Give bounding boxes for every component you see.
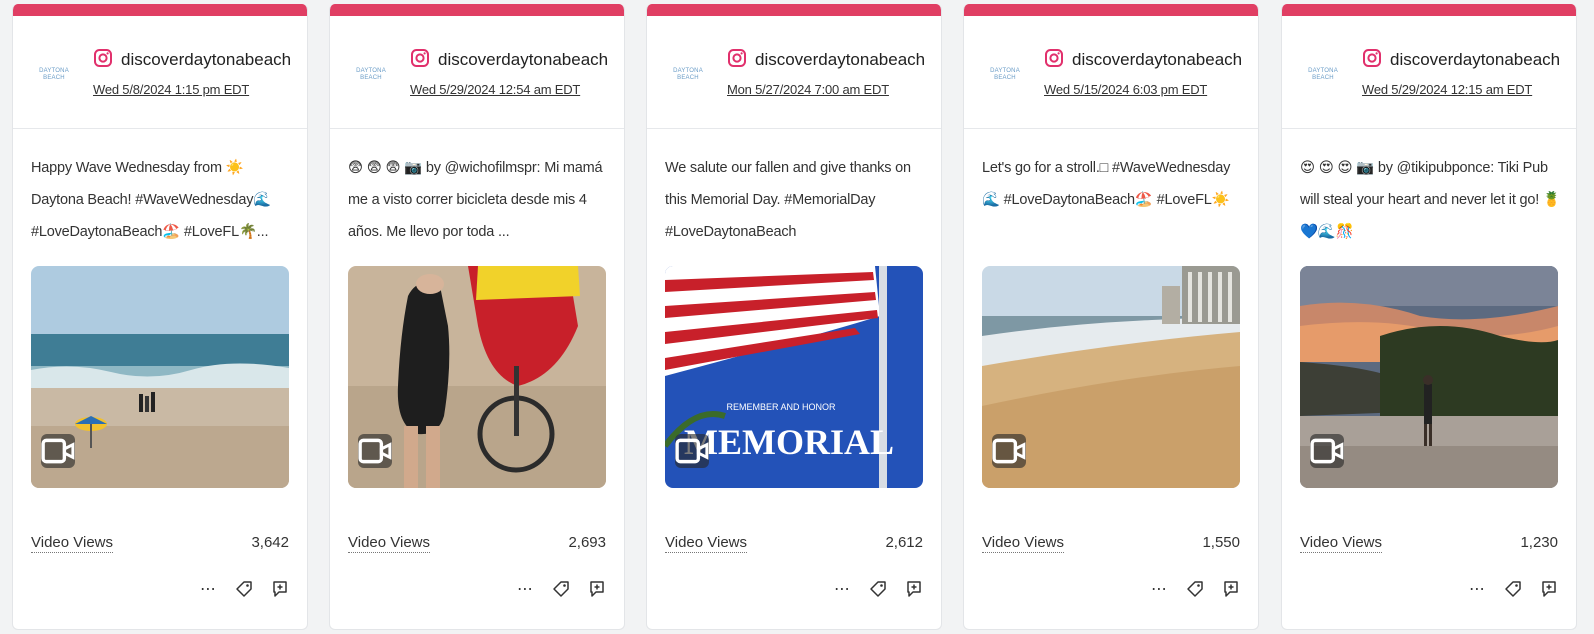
post-media-thumbnail[interactable]: REMEMBER AND HONOR MEMORIAL bbox=[665, 266, 923, 488]
post-card[interactable]: DAYTONA BEACH discoverdaytonabeach Wed 5… bbox=[329, 4, 625, 630]
post-caption: We salute our fallen and give thanks on … bbox=[665, 160, 911, 240]
brand-logo: DAYTONA BEACH bbox=[990, 68, 1020, 81]
reply-icon[interactable] bbox=[903, 578, 925, 600]
post-actions: ⋯ bbox=[514, 578, 608, 600]
instagram-icon bbox=[1363, 49, 1381, 67]
post-header: DAYTONA BEACH discoverdaytonabeach Wed 5… bbox=[1282, 16, 1576, 129]
instagram-icon bbox=[1045, 49, 1063, 67]
post-caption: 😍 😍 😍 📷 by @tikipubponce: Tiki Pub will … bbox=[1300, 160, 1561, 240]
video-icon bbox=[992, 434, 1026, 468]
metric-value: 1,550 bbox=[1202, 534, 1240, 551]
metric-label: Video Views bbox=[31, 534, 114, 553]
post-header: DAYTONA BEACH discoverdaytonabeach Wed 5… bbox=[330, 16, 624, 129]
metric-label: Video Views bbox=[982, 534, 1065, 553]
post-card[interactable]: DAYTONA BEACH discoverdaytonabeach Wed 5… bbox=[963, 4, 1259, 630]
instagram-icon bbox=[411, 49, 429, 67]
post-media-thumbnail[interactable] bbox=[31, 266, 289, 488]
more-icon[interactable]: ⋯ bbox=[514, 578, 536, 600]
account-handle[interactable]: discoverdaytonabeach bbox=[438, 50, 608, 70]
brand-logo: DAYTONA BEACH bbox=[39, 68, 69, 81]
reply-icon[interactable] bbox=[1538, 578, 1560, 600]
post-card[interactable]: DAYTONA BEACH discoverdaytonabeach Wed 5… bbox=[1281, 4, 1577, 630]
metric-label: Video Views bbox=[665, 534, 748, 553]
network-color-bar bbox=[330, 4, 624, 16]
metric-label: Video Views bbox=[348, 534, 431, 553]
more-icon[interactable]: ⋯ bbox=[197, 578, 219, 600]
video-icon bbox=[1310, 434, 1344, 468]
post-timestamp-link[interactable]: Wed 5/15/2024 6:03 pm EDT bbox=[1044, 82, 1207, 97]
tag-icon[interactable] bbox=[867, 578, 889, 600]
post-actions: ⋯ bbox=[1466, 578, 1560, 600]
account-handle[interactable]: discoverdaytonabeach bbox=[1390, 50, 1560, 70]
metric-value: 1,230 bbox=[1520, 534, 1558, 551]
post-actions: ⋯ bbox=[1148, 578, 1242, 600]
instagram-icon bbox=[728, 49, 746, 67]
brand-logo: DAYTONA BEACH bbox=[356, 68, 386, 81]
post-header: DAYTONA BEACH discoverdaytonabeach Wed 5… bbox=[13, 16, 307, 129]
brand-logo: DAYTONA BEACH bbox=[1308, 68, 1338, 81]
video-icon bbox=[41, 434, 75, 468]
post-caption: Let's go for a stroll.□ #WaveWednesday🌊 … bbox=[982, 160, 1231, 208]
post-actions: ⋯ bbox=[197, 578, 291, 600]
metric-value: 3,642 bbox=[251, 534, 289, 551]
post-caption: Happy Wave Wednesday from ☀️ Daytona Bea… bbox=[31, 160, 272, 240]
tag-icon[interactable] bbox=[233, 578, 255, 600]
post-timestamp-link[interactable]: Wed 5/29/2024 12:54 am EDT bbox=[410, 82, 580, 97]
instagram-icon bbox=[94, 49, 112, 67]
tag-icon[interactable] bbox=[1184, 578, 1206, 600]
post-timestamp-link[interactable]: Wed 5/8/2024 1:15 pm EDT bbox=[93, 82, 249, 97]
network-color-bar bbox=[13, 4, 307, 16]
tag-icon[interactable] bbox=[1502, 578, 1524, 600]
post-header: DAYTONA BEACH discoverdaytonabeach Mon 5… bbox=[647, 16, 941, 129]
account-handle[interactable]: discoverdaytonabeach bbox=[755, 50, 925, 70]
more-icon[interactable]: ⋯ bbox=[1148, 578, 1170, 600]
post-card[interactable]: DAYTONA BEACH discoverdaytonabeach Wed 5… bbox=[12, 4, 308, 630]
reply-icon[interactable] bbox=[1220, 578, 1242, 600]
video-icon bbox=[675, 434, 709, 468]
metric-label: Video Views bbox=[1300, 534, 1383, 553]
tag-icon[interactable] bbox=[550, 578, 572, 600]
post-media-thumbnail[interactable] bbox=[982, 266, 1240, 488]
metric-value: 2,693 bbox=[568, 534, 606, 551]
more-icon[interactable]: ⋯ bbox=[1466, 578, 1488, 600]
post-media-thumbnail[interactable] bbox=[348, 266, 606, 488]
media-text-small: REMEMBER AND HONOR bbox=[726, 402, 836, 412]
post-header: DAYTONA BEACH discoverdaytonabeach Wed 5… bbox=[964, 16, 1258, 129]
reply-icon[interactable] bbox=[586, 578, 608, 600]
post-media-thumbnail[interactable] bbox=[1300, 266, 1558, 488]
brand-logo: DAYTONA BEACH bbox=[673, 68, 703, 81]
metric-value: 2,612 bbox=[885, 534, 923, 551]
post-card-row: DAYTONA BEACH discoverdaytonabeach Wed 5… bbox=[0, 0, 1594, 634]
post-caption: 😨 😨 😨 📷 by @wichofilmspr: Mi mamá me a v… bbox=[348, 160, 603, 240]
more-icon[interactable]: ⋯ bbox=[831, 578, 853, 600]
network-color-bar bbox=[1282, 4, 1576, 16]
reply-icon[interactable] bbox=[269, 578, 291, 600]
post-timestamp-link[interactable]: Mon 5/27/2024 7:00 am EDT bbox=[727, 82, 889, 97]
account-handle[interactable]: discoverdaytonabeach bbox=[121, 50, 291, 70]
video-icon bbox=[358, 434, 392, 468]
network-color-bar bbox=[964, 4, 1258, 16]
account-handle[interactable]: discoverdaytonabeach bbox=[1072, 50, 1242, 70]
post-timestamp-link[interactable]: Wed 5/29/2024 12:15 am EDT bbox=[1362, 82, 1532, 97]
post-actions: ⋯ bbox=[831, 578, 925, 600]
post-card[interactable]: DAYTONA BEACH discoverdaytonabeach Mon 5… bbox=[646, 4, 942, 630]
network-color-bar bbox=[647, 4, 941, 16]
media-text-large: MEMORIAL bbox=[684, 422, 894, 462]
